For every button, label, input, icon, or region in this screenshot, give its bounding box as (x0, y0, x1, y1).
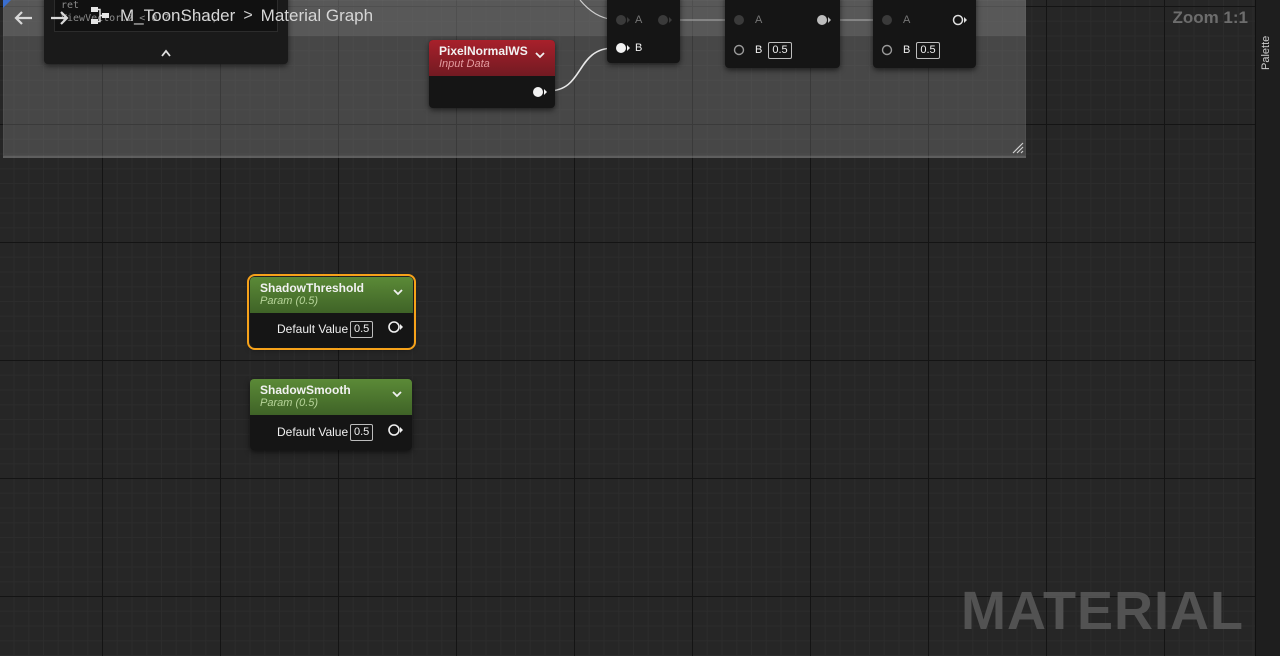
palette-label: Palette (1260, 35, 1272, 70)
input-pin-b-icon[interactable] (881, 44, 893, 56)
palette-tab[interactable]: Palette (1255, 0, 1280, 656)
input-pin-a-icon[interactable] (615, 14, 631, 26)
input-pin-a-icon[interactable] (881, 14, 893, 26)
pin-row-b: B 0.5 (725, 39, 840, 61)
output-pin-icon[interactable] (532, 86, 548, 98)
node-header[interactable]: ShadowSmooth Param (0.5) (250, 379, 412, 415)
node-title: PixelNormalWS (439, 44, 528, 58)
output-pin-icon[interactable] (816, 14, 832, 26)
wire-pixelnormal-to-b[interactable] (547, 47, 615, 92)
chevron-down-icon[interactable] (392, 286, 404, 298)
pin-label-a: A (635, 14, 643, 26)
output-pin-icon[interactable] (657, 14, 673, 26)
pin-label-b: B (755, 44, 763, 56)
pin-label-b: B (635, 42, 643, 54)
input-pin-b-icon[interactable] (733, 44, 745, 56)
pin-label-a: A (903, 14, 911, 26)
pin-label-a: A (755, 14, 763, 26)
pin-row-b: B (607, 37, 680, 59)
output-pin-icon[interactable] (388, 423, 404, 437)
input-pin-a-icon[interactable] (733, 14, 745, 26)
default-value-field[interactable]: 0.5 (350, 321, 374, 338)
default-value-field[interactable]: 0.5 (350, 424, 374, 441)
graph-watermark: MATERIAL (961, 581, 1244, 641)
node-header[interactable]: ShadowThreshold Param (0.5) (250, 277, 413, 313)
input-pin-b-icon[interactable] (615, 42, 631, 54)
graph-canvas[interactable]: ret ViewVector.z < 0 ? -1 : 1; M_ToonSha… (0, 0, 1280, 656)
pin-row-a: A (607, 9, 680, 31)
math-node-2[interactable]: A B 0.5 (725, 0, 840, 68)
pin-row-a: A (725, 9, 840, 31)
node-title: ShadowSmooth (260, 383, 351, 397)
pin-b-value[interactable]: 0.5 (916, 41, 940, 59)
pin-b-value[interactable]: 0.5 (768, 41, 792, 59)
node-body: Default Value 0.5 (250, 415, 412, 450)
chevron-down-icon[interactable] (534, 49, 546, 61)
math-node-3[interactable]: A B 0.5 (873, 0, 976, 68)
wires-layer (547, 0, 880, 92)
pin-label-default-value: Default Value (277, 322, 349, 336)
pin-label-default-value: Default Value (277, 425, 349, 439)
node-pixel-normal-ws[interactable]: PixelNormalWS Input Data (429, 40, 555, 108)
math-node-1[interactable]: A B (607, 0, 680, 63)
pin-row-b: B 0.5 (873, 39, 976, 61)
node-shadow-smooth[interactable]: ShadowSmooth Param (0.5) Default Value 0… (250, 379, 412, 450)
output-pin-icon[interactable] (952, 14, 968, 26)
node-title: ShadowThreshold (260, 281, 365, 295)
pin-label-b: B (903, 44, 911, 56)
output-pin-icon[interactable] (388, 320, 404, 334)
node-subtitle: Param (0.5) (260, 295, 319, 307)
node-shadow-threshold[interactable]: ShadowThreshold Param (0.5) Default Valu… (247, 274, 416, 350)
chevron-down-icon[interactable] (391, 388, 403, 400)
node-subtitle: Param (0.5) (260, 397, 319, 409)
node-header[interactable]: PixelNormalWS Input Data (429, 40, 555, 76)
pin-row-a: A (873, 9, 976, 31)
node-body: Default Value 0.5 (250, 313, 413, 347)
node-subtitle: Input Data (439, 58, 490, 70)
